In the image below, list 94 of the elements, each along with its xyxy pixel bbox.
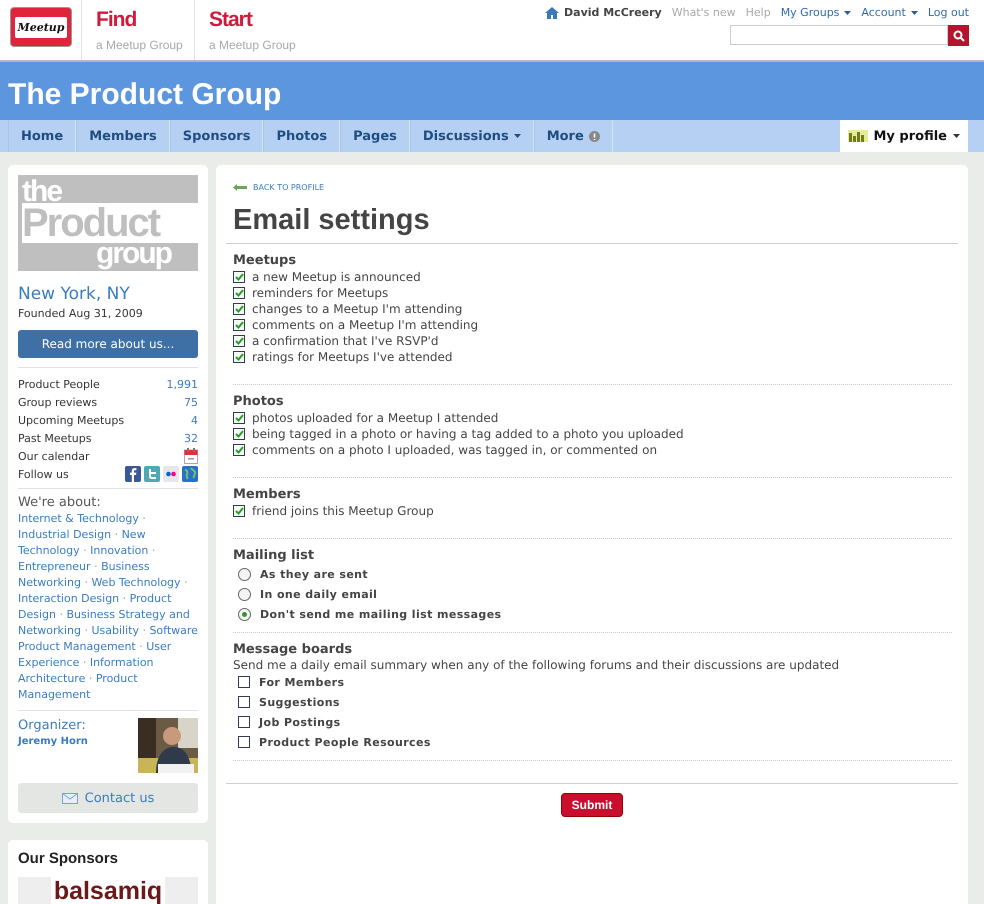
option-label: being tagged in a photo or having a tag added to a photo you uploaded bbox=[252, 427, 684, 441]
checkbox[interactable] bbox=[233, 412, 245, 424]
radio-button[interactable] bbox=[238, 568, 251, 580]
dots-icon bbox=[163, 466, 179, 482]
checkbox[interactable] bbox=[233, 287, 245, 299]
option-label: Don't send me mailing list messages bbox=[260, 608, 502, 620]
organizer-name[interactable]: Jeremy Horn bbox=[18, 736, 88, 747]
header-link[interactable]: My Groups bbox=[780, 6, 852, 19]
action-subtitle: a Meetup Group bbox=[209, 38, 295, 52]
topic-list[interactable]: Internet & Technology · Industrial Design · New Technology · Innovation · Entrepreneur · Business Networking · Web Technology · Interaction Design · Product Design · Business Strategy and Networking · Usability · Software Product Management · User Experience · Information Architecture · Product Management bbox=[18, 511, 198, 711]
option-label: a new Meetup is announced bbox=[252, 270, 421, 284]
group-logo: the Product group bbox=[18, 175, 198, 271]
stat-label: Follow us bbox=[18, 468, 69, 480]
checkbox[interactable] bbox=[233, 505, 245, 517]
checkbox[interactable] bbox=[233, 444, 245, 456]
group-location: New York, NY bbox=[18, 284, 131, 304]
option-label: reminders for Meetups bbox=[252, 286, 388, 300]
logo-text: Meetup bbox=[14, 16, 68, 38]
stat-value[interactable]: 4 bbox=[191, 414, 198, 426]
option-label: comments on a photo I uploaded, was tagged in, or commented on bbox=[252, 443, 658, 457]
nav-tab[interactable]: More bbox=[534, 120, 613, 152]
page-title: Email settings bbox=[226, 204, 958, 244]
checkbox[interactable] bbox=[238, 736, 250, 748]
about-heading: We're about: bbox=[18, 495, 102, 510]
checkbox[interactable] bbox=[233, 335, 245, 347]
option-label: photos uploaded for a Meetup I attended bbox=[252, 411, 498, 425]
radio-button[interactable] bbox=[238, 608, 251, 620]
envelope-icon bbox=[62, 792, 78, 804]
nav-tab[interactable]: Home bbox=[8, 120, 76, 152]
action-subtitle: a Meetup Group bbox=[96, 38, 182, 52]
section-heading: Message boards bbox=[233, 642, 354, 657]
group-title: The Product Group bbox=[7, 78, 282, 112]
read-more-button[interactable]: Read more about us... bbox=[18, 330, 198, 358]
option-label: As they are sent bbox=[260, 568, 368, 580]
nav-tab[interactable]: Sponsors bbox=[170, 120, 264, 152]
section-heading: Meetups bbox=[233, 253, 298, 268]
nav-tab[interactable]: Photos bbox=[263, 120, 340, 152]
back-arrow-icon bbox=[233, 184, 247, 191]
submit-button[interactable]: Submit bbox=[560, 793, 624, 817]
nav-tab[interactable]: Pages bbox=[340, 120, 410, 152]
search-icon bbox=[952, 30, 964, 42]
checkbox[interactable] bbox=[233, 428, 245, 440]
checkbox[interactable] bbox=[238, 676, 250, 688]
option-label: Job Postings bbox=[259, 716, 341, 728]
search-field[interactable] bbox=[730, 25, 948, 45]
sponsors-heading: Our Sponsors bbox=[18, 850, 120, 867]
stat-label: Past Meetups bbox=[18, 432, 92, 444]
section-heading: Mailing list bbox=[233, 548, 316, 563]
calendar-icon bbox=[184, 448, 198, 464]
stat-value[interactable]: 32 bbox=[184, 432, 198, 444]
radio-button[interactable] bbox=[238, 588, 251, 600]
header-link[interactable]: Log out bbox=[928, 6, 969, 19]
checkbox[interactable] bbox=[233, 319, 245, 331]
nav-tab[interactable]: Discussions bbox=[410, 120, 534, 152]
checkbox[interactable] bbox=[233, 303, 245, 315]
section-heading: Photos bbox=[233, 394, 285, 409]
nav-tab[interactable]: Members bbox=[76, 120, 170, 152]
option-label: a confirmation that I've RSVP'd bbox=[252, 334, 438, 348]
home-icon bbox=[545, 6, 560, 18]
option-label: ratings for Meetups I've attended bbox=[252, 350, 453, 364]
stat-value[interactable]: 75 bbox=[184, 396, 198, 408]
checkbox[interactable] bbox=[233, 271, 245, 283]
header-link[interactable]: Account bbox=[861, 6, 918, 19]
section-heading: Members bbox=[233, 487, 302, 502]
organizer-label: Organizer: bbox=[18, 718, 87, 733]
back-link[interactable]: BACK TO PROFILE bbox=[233, 183, 958, 192]
option-label: Suggestions bbox=[259, 696, 340, 708]
option-label: In one daily email bbox=[260, 588, 378, 600]
option-label: Product People Resources bbox=[259, 736, 431, 748]
checkbox[interactable] bbox=[238, 696, 250, 708]
option-label: For Members bbox=[259, 676, 344, 688]
profile-tab[interactable]: My profile bbox=[840, 120, 968, 152]
stat-label: Upcoming Meetups bbox=[18, 414, 124, 426]
option-label: comments on a Meetup I'm attending bbox=[252, 318, 478, 332]
checkbox[interactable] bbox=[233, 351, 245, 363]
stat-label: Group reviews bbox=[18, 396, 98, 408]
option-label: changes to a Meetup I'm attending bbox=[252, 302, 462, 316]
stat-label: Our calendar bbox=[18, 450, 90, 462]
action-title[interactable]: Start bbox=[209, 8, 295, 32]
search-button[interactable] bbox=[948, 25, 969, 46]
section-note: Send me a daily email summary when any of the following forums and their discussions are updated bbox=[233, 658, 840, 672]
option-label: friend joins this Meetup Group bbox=[252, 504, 434, 518]
stat-value[interactable]: 1,991 bbox=[166, 378, 198, 390]
contact-button[interactable]: Contact us bbox=[18, 783, 198, 813]
sponsor-logo[interactable]: balsamiq bbox=[18, 877, 198, 904]
user-name[interactable]: David McCreery bbox=[564, 6, 662, 19]
chart-icon bbox=[848, 130, 868, 142]
checkbox[interactable] bbox=[238, 716, 250, 728]
bird-icon bbox=[144, 466, 160, 482]
founded-date: Founded Aug 31, 2009 bbox=[18, 307, 144, 320]
facebook-icon bbox=[125, 466, 141, 482]
action-title[interactable]: Find bbox=[96, 8, 182, 32]
logo[interactable]: Meetup bbox=[10, 7, 72, 47]
stat-label: Product People bbox=[18, 378, 100, 390]
